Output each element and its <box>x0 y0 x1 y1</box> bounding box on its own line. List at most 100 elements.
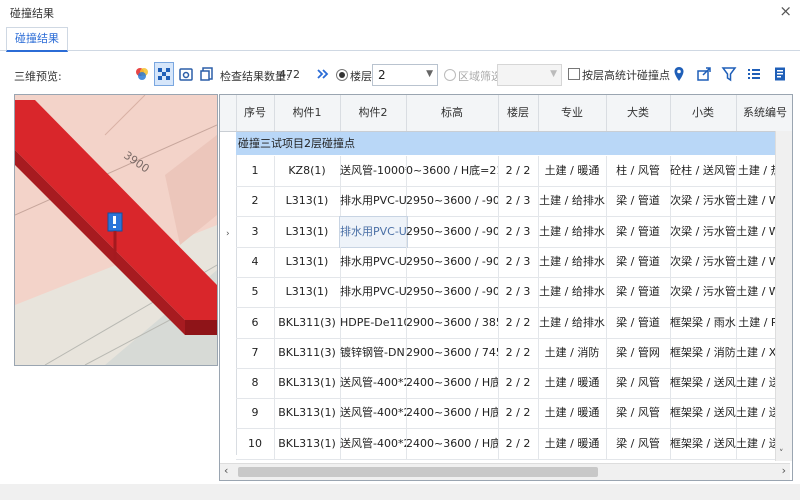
cell-elevation[interactable]: 2950~3600 / -900~20 <box>406 186 499 217</box>
cell-subcategory[interactable]: 框架梁 / 送风管 <box>670 428 737 459</box>
cell-elevation[interactable]: 2950~3600 / -900~50 <box>406 216 499 247</box>
cell-subcategory[interactable]: 砼柱 / 送风管 <box>670 156 737 186</box>
cell-component1[interactable]: L313(1) <box>274 277 341 308</box>
cell-component1[interactable]: BKL313(1) <box>274 368 341 399</box>
cell-discipline[interactable]: 土建 / 给排水 <box>538 277 607 308</box>
report-icon[interactable] <box>770 64 790 84</box>
scroll-right-icon[interactable]: › <box>782 464 786 477</box>
cell-component2[interactable]: 送风管-1000*3... <box>340 156 407 186</box>
cell-floor[interactable]: 2 / 2 <box>498 156 539 186</box>
cell-category[interactable]: 梁 / 管道 <box>606 216 671 247</box>
header-floor[interactable]: 楼层 <box>498 95 539 131</box>
cell-category[interactable]: 柱 / 风管 <box>606 156 671 186</box>
group-row[interactable]: 碰撞三试项目2层碰撞点 <box>236 132 778 155</box>
cell-category[interactable]: 梁 / 管道 <box>606 246 671 277</box>
cell-subcategory[interactable]: 次梁 / 污水管 <box>670 246 737 277</box>
cell-discipline[interactable]: 土建 / 给排水 <box>538 186 607 217</box>
header-category[interactable]: 大类 <box>606 95 671 131</box>
table-row[interactable]: 6BKL311(3)HDPE-De1102900~3600 / 3850~2..… <box>236 307 792 339</box>
cell-component1[interactable]: KZ8(1) <box>274 156 341 186</box>
cell-elevation[interactable]: 2950~3600 / -900~10 <box>406 246 499 277</box>
cell-index[interactable]: 8 <box>236 368 275 399</box>
cell-discipline[interactable]: 土建 / 暖通 <box>538 398 607 429</box>
cell-component1[interactable]: BKL311(3) <box>274 307 341 338</box>
cell-discipline[interactable]: 土建 / 给排水 <box>538 246 607 277</box>
cell-elevation[interactable]: 2400~3600 / H底=27... <box>406 428 499 459</box>
cell-category[interactable]: 梁 / 管道 <box>606 307 671 338</box>
cell-floor[interactable]: 2 / 2 <box>498 337 539 368</box>
cell-component1[interactable]: BKL311(3) <box>274 337 341 368</box>
table-row[interactable]: 2L313(1)排水用PVC-U-...2950~3600 / -900~202… <box>236 186 792 218</box>
header-elevation[interactable]: 标高 <box>406 95 499 131</box>
cell-subcategory[interactable]: 框架梁 / 消防管 <box>670 337 737 368</box>
cell-component1[interactable]: BKL313(1) <box>274 398 341 429</box>
cell-component2[interactable]: HDPE-De110 <box>340 307 407 338</box>
table-row[interactable]: 8BKL313(1)送风管-400*2002400~3600 / H底=27..… <box>236 368 792 400</box>
scroll-left-icon[interactable]: ‹ <box>224 464 228 477</box>
cell-elevation[interactable]: 2900~3600 / 3850~2... <box>406 307 499 338</box>
header-system-code[interactable]: 系统编号 <box>736 95 792 131</box>
cell-discipline[interactable]: 土建 / 暖通 <box>538 156 607 186</box>
camera-icon[interactable] <box>176 64 196 84</box>
cell-index[interactable]: 3 <box>236 216 275 247</box>
header-index[interactable]: 序号 <box>236 95 275 131</box>
cell-subcategory[interactable]: 框架梁 / 送风管 <box>670 368 737 399</box>
cell-index[interactable]: 5 <box>236 277 275 308</box>
cell-category[interactable]: 梁 / 风管 <box>606 398 671 429</box>
cell-subcategory[interactable]: 次梁 / 污水管 <box>670 186 737 217</box>
cell-floor[interactable]: 2 / 2 <box>498 398 539 429</box>
cell-floor[interactable]: 2 / 3 <box>498 277 539 308</box>
list-icon[interactable] <box>744 64 764 84</box>
filter-icon[interactable] <box>719 64 739 84</box>
cell-index[interactable]: 10 <box>236 428 275 459</box>
cell-discipline[interactable]: 土建 / 暖通 <box>538 368 607 399</box>
cell-component2[interactable]: 排水用PVC-U-... <box>340 186 407 217</box>
cell-index[interactable]: 7 <box>236 337 275 368</box>
cell-floor[interactable]: 2 / 3 <box>498 216 539 247</box>
header-discipline[interactable]: 专业 <box>538 95 607 131</box>
cell-category[interactable]: 梁 / 管道 <box>606 186 671 217</box>
table-row[interactable]: 9BKL313(1)送风管-400*2002400~3600 / H底=27..… <box>236 398 792 430</box>
cell-subcategory[interactable]: 次梁 / 污水管 <box>670 216 737 247</box>
cell-category[interactable]: 梁 / 管道 <box>606 277 671 308</box>
cell-category[interactable]: 梁 / 风管 <box>606 368 671 399</box>
cell-component2[interactable]: 镀锌钢管-DN100 <box>340 337 407 368</box>
cell-component1[interactable]: L313(1) <box>274 186 341 217</box>
cell-component2[interactable]: 送风管-400*200 <box>340 398 407 429</box>
3d-preview[interactable]: 3900 <box>14 94 218 366</box>
cell-index[interactable]: 2 <box>236 186 275 217</box>
collision-table[interactable]: 序号 构件1 构件2 标高 楼层 专业 大类 小类 系统编号 › 碰撞三试项目2… <box>219 94 793 481</box>
header-component2[interactable]: 构件2 <box>340 95 407 131</box>
table-row[interactable]: 5L313(1)排水用PVC-U-...2950~3600 / -900~102… <box>236 277 792 309</box>
table-row[interactable]: 7BKL311(3)镀锌钢管-DN1002900~3600 / 7450~1..… <box>236 337 792 369</box>
cell-index[interactable]: 9 <box>236 398 275 429</box>
floor-select[interactable]: 2 ▼ <box>372 64 438 86</box>
cell-component1[interactable]: L313(1) <box>274 216 341 247</box>
cell-category[interactable]: 梁 / 管网 <box>606 337 671 368</box>
cell-index[interactable]: 4 <box>236 246 275 277</box>
cell-floor[interactable]: 2 / 3 <box>498 246 539 277</box>
horizontal-scrollbar[interactable]: ‹ › <box>220 463 790 480</box>
cell-subcategory[interactable]: 框架梁 / 雨水管 <box>670 307 737 338</box>
cell-component1[interactable]: BKL313(1) <box>274 428 341 459</box>
cell-index[interactable]: 6 <box>236 307 275 338</box>
cell-elevation[interactable]: 2950~3600 / -900~10 <box>406 277 499 308</box>
table-row[interactable]: 10BKL313(1)送风管-400*2002400~3600 / H底=27.… <box>236 428 792 460</box>
table-row[interactable]: 4L313(1)排水用PVC-U-...2950~3600 / -900~102… <box>236 246 792 278</box>
region-select[interactable]: ▼ <box>497 64 562 86</box>
cell-subcategory[interactable]: 框架梁 / 送风管 <box>670 398 737 429</box>
export-icon[interactable] <box>694 64 714 84</box>
horizontal-scroll-thumb[interactable] <box>238 467 598 477</box>
cell-component1[interactable]: L313(1) <box>274 246 341 277</box>
cell-elevation[interactable]: 2400~3600 / H底=27... <box>406 398 499 429</box>
cell-discipline[interactable]: 土建 / 给排水 <box>538 216 607 247</box>
header-subcategory[interactable]: 小类 <box>670 95 737 131</box>
cell-floor[interactable]: 2 / 2 <box>498 368 539 399</box>
cell-discipline[interactable]: 土建 / 暖通 <box>538 428 607 459</box>
copy-icon[interactable] <box>197 64 217 84</box>
cell-subcategory[interactable]: 次梁 / 污水管 <box>670 277 737 308</box>
cell-discipline[interactable]: 土建 / 给排水 <box>538 307 607 338</box>
cell-component2[interactable]: 排水用PVC-U-... <box>340 246 407 277</box>
cell-index[interactable]: 1 <box>236 156 275 186</box>
header-component1[interactable]: 构件1 <box>274 95 341 131</box>
